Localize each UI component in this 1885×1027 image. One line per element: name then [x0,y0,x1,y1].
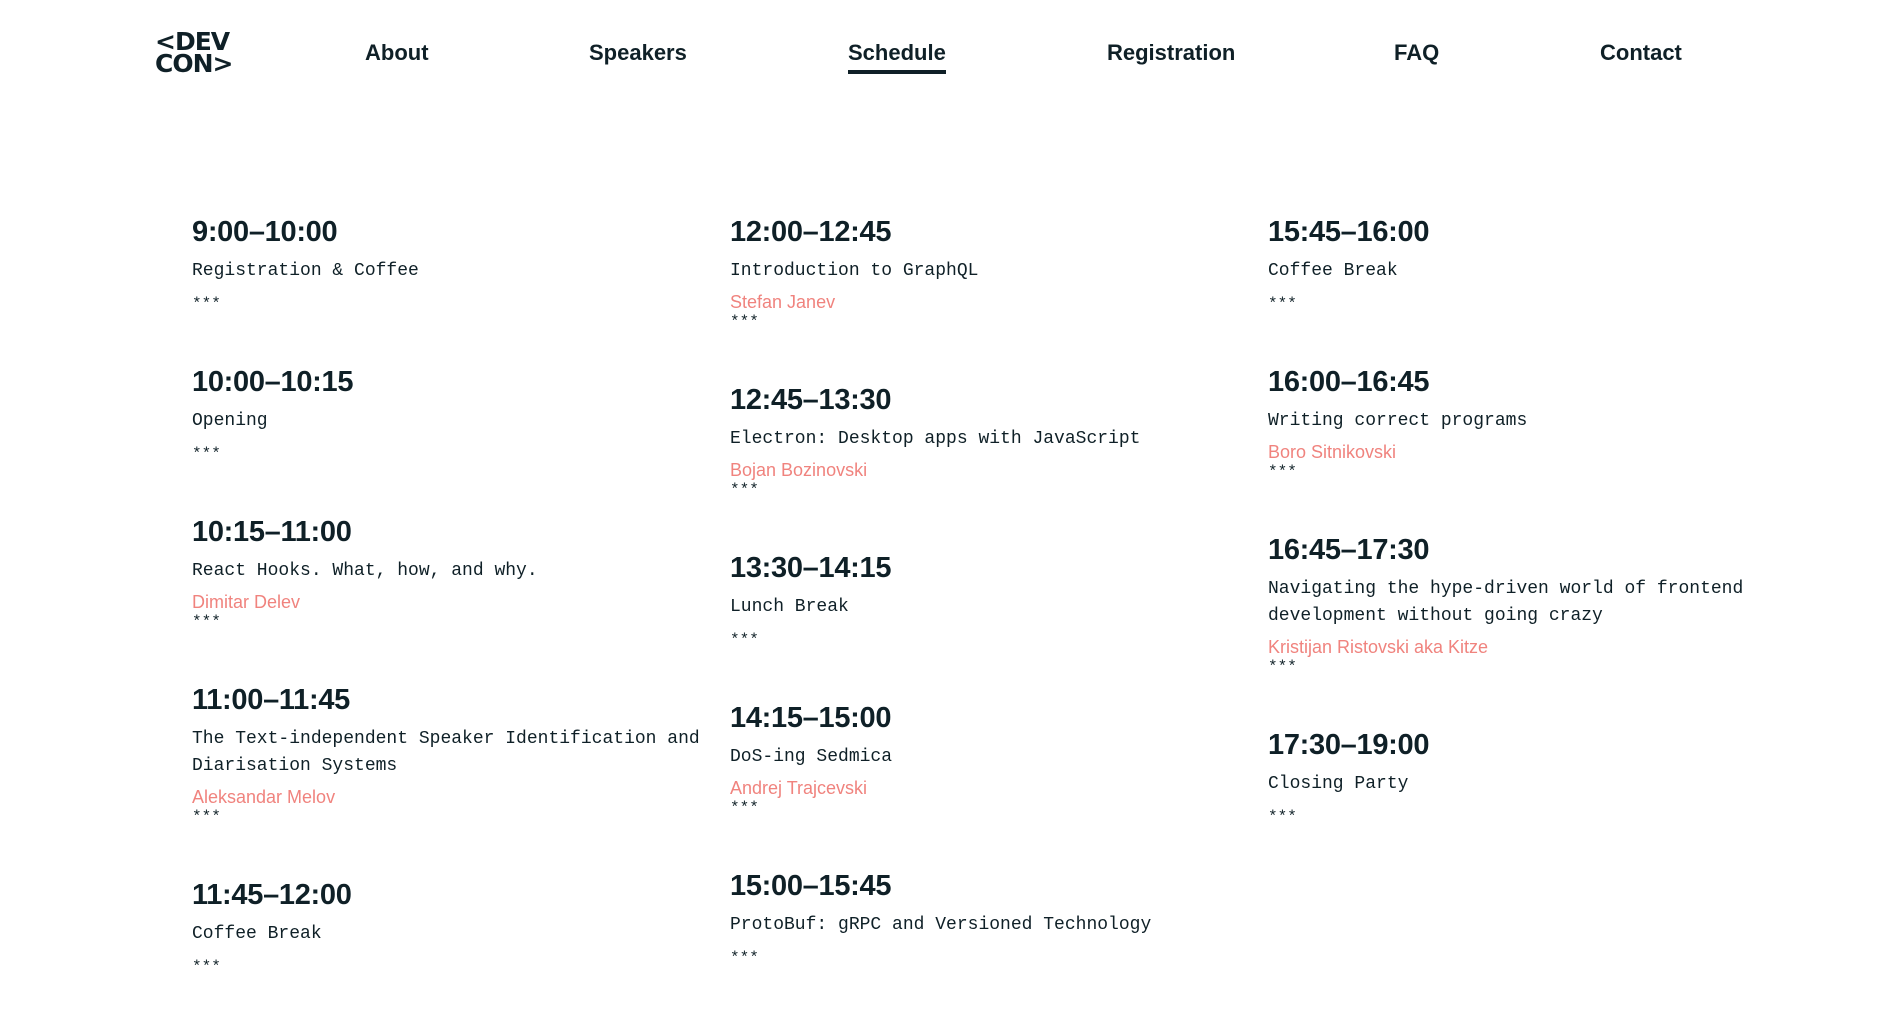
slot-separator: *** [730,949,759,967]
nav-faq[interactable]: FAQ [1394,40,1439,76]
slot-time: 13:30–14:15 [730,552,892,584]
slot-separator: *** [730,313,759,331]
slot-time: 11:00–11:45 [192,684,350,716]
schedule-column: 9:00–10:00 Registration & Coffee *** 10:00–… [192,214,712,1027]
slot-title: Coffee Break [1268,261,1398,281]
schedule-slot: 16:00–16:45 Writing correct programs Boro … [1268,364,1788,482]
speaker-link[interactable]: Bojan Bozinovski [730,460,1250,480]
slot-separator: *** [1268,658,1297,676]
slot-title: Navigating the hype-driven world of fron… [1268,579,1744,626]
slot-time: 12:45–13:30 [730,384,892,416]
slot-title: React Hooks. What, how, and why. [192,561,538,581]
slot-time: 14:15–15:00 [730,702,892,734]
slot-title: Registration & Coffee [192,261,419,281]
slot-time: 11:45–12:00 [192,879,352,911]
slot-separator: *** [730,799,759,817]
nav-contact[interactable]: Contact [1600,40,1682,76]
slot-title: ProtoBuf: gRPC and Versioned Technology [730,915,1152,935]
speaker-link[interactable]: Stefan Janev [730,292,1250,312]
slot-time: 15:45–16:00 [1268,216,1430,248]
nav-registration[interactable]: Registration [1107,40,1235,76]
speaker-link[interactable]: Andrej Trajcevski [730,778,1250,798]
slot-time: 15:00–15:45 [730,870,892,902]
logo-line-2: CON> [155,49,233,78]
slot-title: Electron: Desktop apps with JavaScript [730,429,1141,449]
slot-title: DoS-ing Sedmica [730,747,893,767]
slot-separator: *** [192,613,221,631]
slot-separator: *** [1268,808,1297,826]
schedule-slot: 10:15–11:00 React Hooks. What, how, and w… [192,514,712,632]
slot-separator: *** [1268,463,1297,481]
schedule-slot: 13:30–14:15 Lunch Break *** [730,550,1250,650]
schedule-column: 15:45–16:00 Coffee Break *** 16:00–16:45 Wri… [1268,214,1788,877]
speaker-link[interactable]: Kristijan Ristovski aka Kitze [1268,637,1788,657]
slot-time: 16:45–17:30 [1268,534,1430,566]
slot-title: The Text-independent Speaker Identificat… [192,729,700,776]
speaker-link[interactable]: Dimitar Delev [192,592,712,612]
slot-separator: *** [192,445,221,463]
schedule-slot: 10:00–10:15 Opening *** [192,364,712,464]
slot-separator: *** [1268,295,1297,313]
schedule-slot: 14:15–15:00 DoS-ing Sedmica Andrej Trajcev… [730,700,1250,818]
slot-time: 16:00–16:45 [1268,366,1430,398]
slot-title: Lunch Break [730,597,849,617]
schedule-slot: 11:45–12:00 Coffee Break *** [192,877,712,977]
slot-time: 9:00–10:00 [192,216,338,248]
schedule-slot: 12:45–13:30 Electron: Desktop apps with J… [730,382,1250,500]
schedule-slot: 17:30–19:00 Closing Party *** [1268,727,1788,827]
slot-title: Writing correct programs [1268,411,1528,431]
schedule-slot: 16:45–17:30 Navigating the hype-driven wo… [1268,532,1788,677]
schedule-slot: 11:00–11:45 The Text-independent Speaker … [192,682,712,827]
slot-time: 10:00–10:15 [192,366,354,398]
schedule-slot: 9:00–10:00 Registration & Coffee *** [192,214,712,314]
slot-time: 17:30–19:00 [1268,729,1430,761]
slot-title: Introduction to GraphQL [730,261,979,281]
speaker-link[interactable]: Aleksandar Melov [192,787,712,807]
schedule-slot: 15:00–15:45 ProtoBuf: gRPC and Versioned … [730,868,1250,968]
schedule-slot: 15:45–16:00 Coffee Break *** [1268,214,1788,314]
slot-separator: *** [192,808,221,826]
slot-time: 12:00–12:45 [730,216,892,248]
slot-title: Coffee Break [192,924,322,944]
slot-title: Closing Party [1268,774,1409,794]
nav-schedule[interactable]: Schedule [848,40,946,76]
speaker-link[interactable]: Boro Sitnikovski [1268,442,1788,462]
slot-title: Opening [192,411,268,431]
nav-about[interactable]: About [365,40,429,76]
slot-separator: *** [192,958,221,976]
nav-speakers[interactable]: Speakers [589,40,687,76]
devcon-logo[interactable]: <DEV CON> [155,29,240,79]
slot-separator: *** [730,631,759,649]
schedule-slot: 12:00–12:45 Introduction to GraphQL Stefan… [730,214,1250,332]
site-header: <DEV CON> About Speakers Schedule Regist… [0,0,1885,110]
slot-time: 10:15–11:00 [192,516,352,548]
slot-separator: *** [730,481,759,499]
slot-separator: *** [192,295,221,313]
schedule-column: 12:00–12:45 Introduction to GraphQL Stefan… [730,214,1250,1018]
